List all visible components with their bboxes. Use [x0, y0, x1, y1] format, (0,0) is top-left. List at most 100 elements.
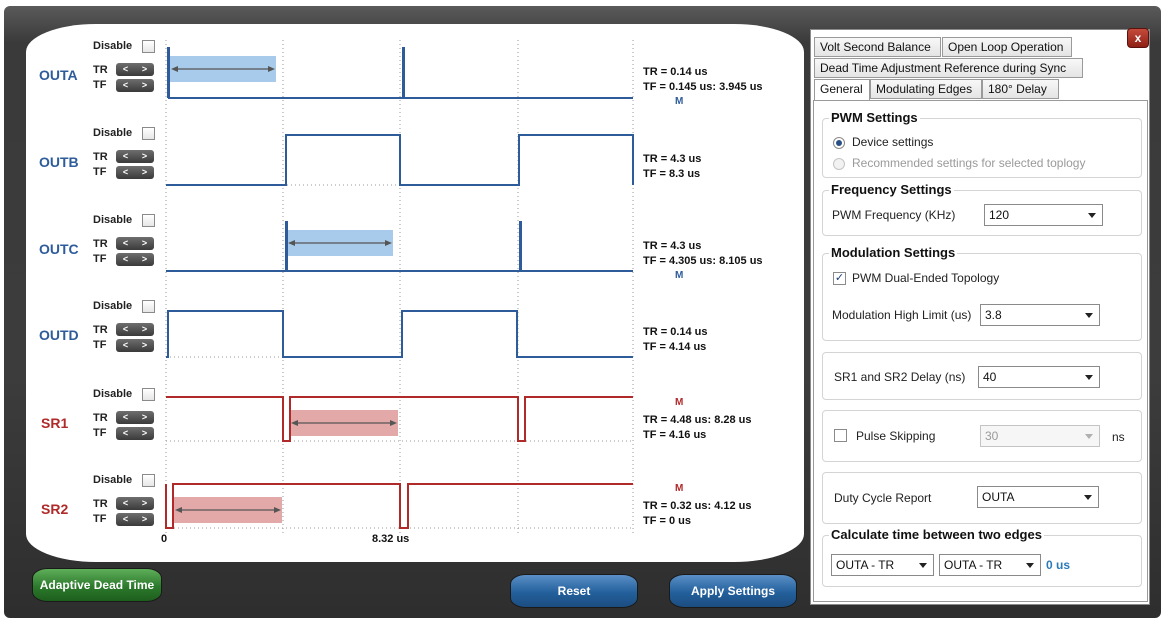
outc-disable-checkbox[interactable] [142, 214, 155, 227]
sr2-tr-prev-button[interactable]: < [123, 497, 128, 510]
outc-tr-label: TR [93, 238, 108, 250]
duty-cycle-value: OUTA [982, 490, 1015, 504]
pulse-skipping-unit: ns [1112, 430, 1125, 444]
outd-tr-next-button[interactable]: > [142, 323, 147, 336]
outa-tr-next-button[interactable]: > [142, 63, 147, 76]
outc-tf-label: TF [93, 253, 107, 265]
outb-tf-next-button[interactable]: > [142, 166, 147, 179]
edge2-value: OUTA - TR [944, 558, 1003, 572]
mod-high-limit-value: 3.8 [985, 308, 1002, 322]
sr2-disable-label: Disable [93, 474, 133, 486]
outa-disable-checkbox[interactable] [142, 40, 155, 53]
device-settings-radio[interactable] [833, 137, 845, 149]
outd-tf-label: TF [93, 339, 107, 351]
outa-disable-label: Disable [93, 40, 133, 52]
adaptive-dead-time-button[interactable]: Adaptive Dead Time [32, 568, 162, 602]
outa-tr-prev-button[interactable]: < [123, 63, 128, 76]
outd-tr-prev-button[interactable]: < [123, 323, 128, 336]
outd-disable-checkbox[interactable] [142, 300, 155, 313]
outb-tf-nav: < > [116, 166, 154, 179]
sr1-channel-label: SR1 [41, 415, 69, 431]
reset-button[interactable]: Reset [510, 574, 638, 608]
waveform-sr2 [165, 483, 633, 529]
edge-time-result: 0 us [1046, 558, 1071, 572]
sr1-tf-prev-button[interactable]: < [123, 427, 128, 440]
sr1-tr-value: TR = 4.48 us: 8.28 us [643, 414, 752, 426]
edge1-select[interactable]: OUTA - TR [831, 554, 934, 576]
recommended-settings-label: Recommended settings for selected toplog… [852, 156, 1086, 170]
trace [166, 221, 633, 272]
dual-ended-label[interactable]: PWM Dual-Ended Topology [852, 271, 999, 285]
outd-tr-label: TR [93, 324, 108, 336]
mod-high-limit-select[interactable]: 3.8 [980, 304, 1100, 326]
apply-settings-button[interactable]: Apply Settings [669, 574, 797, 608]
sr-delay-value: 40 [983, 370, 997, 384]
outb-tf-label: TF [93, 166, 107, 178]
duty-cycle-label: Duty Cycle Report [834, 491, 932, 505]
outb-channel-label: OUTB [39, 154, 79, 170]
outd-disable-label: Disable [93, 300, 133, 312]
modulation-settings-group [822, 253, 1142, 341]
outa-tf-label: TF [93, 79, 107, 91]
outd-tf-nav: < > [116, 339, 154, 352]
waveform-outb [166, 134, 634, 186]
outb-disable-label: Disable [93, 127, 133, 139]
tab-modulating-edges[interactable]: Modulating Edges [870, 79, 982, 99]
outc-tr-nav: < > [116, 237, 154, 250]
dual-ended-checkbox[interactable]: ✓ [833, 272, 846, 285]
outb-tr-next-button[interactable]: > [142, 150, 147, 163]
pulse-skipping-checkbox[interactable] [834, 429, 847, 442]
sr2-tf-label: TF [93, 513, 107, 525]
sr1-tf-next-button[interactable]: > [142, 427, 147, 440]
outc-tr-next-button[interactable]: > [142, 237, 147, 250]
sr1-tr-next-button[interactable]: > [142, 411, 147, 424]
pwm-frequency-value: 120 [989, 208, 1010, 222]
outb-tf-prev-button[interactable]: < [123, 166, 128, 179]
outd-tf-next-button[interactable]: > [142, 339, 147, 352]
recommended-settings-radio [833, 158, 845, 170]
close-button[interactable]: x [1127, 28, 1149, 48]
outa-tf-nav: < > [116, 79, 154, 92]
trace [166, 396, 633, 442]
outa-tf-prev-button[interactable]: < [123, 79, 128, 92]
outc-tf-nav: < > [116, 253, 154, 266]
sr1-tr-label: TR [93, 412, 108, 424]
outa-tr-nav: < > [116, 63, 154, 76]
outa-tf-next-button[interactable]: > [142, 79, 147, 92]
sr2-tf-next-button[interactable]: > [142, 513, 147, 526]
sr2-tf-prev-button[interactable]: < [123, 513, 128, 526]
sr1-marker: M [675, 397, 684, 408]
outb-disable-checkbox[interactable] [142, 127, 155, 140]
outc-tr-prev-button[interactable]: < [123, 237, 128, 250]
duty-cycle-select[interactable]: OUTA [977, 486, 1099, 508]
outd-tf-prev-button[interactable]: < [123, 339, 128, 352]
pwm-frequency-select[interactable]: 120 [984, 204, 1103, 226]
outa-channel-label: OUTA [39, 67, 78, 83]
sr2-disable-checkbox[interactable] [142, 474, 155, 487]
tab-open-loop-operation[interactable]: Open Loop Operation [942, 37, 1072, 57]
sr2-marker: M [675, 483, 684, 494]
tab-general[interactable]: General [814, 79, 870, 101]
tab-180-delay[interactable]: 180° Delay [982, 79, 1059, 99]
outc-disable-label: Disable [93, 214, 133, 226]
waveform-outd [166, 310, 633, 358]
outc-tf-next-button[interactable]: > [142, 253, 147, 266]
sr2-tr-nav: < > [116, 497, 154, 510]
pulse-skipping-label[interactable]: Pulse Skipping [856, 429, 935, 443]
outb-tr-prev-button[interactable]: < [123, 150, 128, 163]
chevron-down-icon [1026, 563, 1034, 568]
sr1-disable-checkbox[interactable] [142, 388, 155, 401]
device-settings-label[interactable]: Device settings [852, 135, 933, 149]
outc-channel-label: OUTC [39, 241, 79, 257]
sr2-tr-next-button[interactable]: > [142, 497, 147, 510]
sr2-tr-value: TR = 0.32 us: 4.12 us [643, 500, 752, 512]
timing-grid [165, 40, 634, 536]
sr1-tr-prev-button[interactable]: < [123, 411, 128, 424]
outb-tr-label: TR [93, 151, 108, 163]
tab-volt-second-balance[interactable]: Volt Second Balance [814, 37, 941, 57]
edge2-select[interactable]: OUTA - TR [939, 554, 1041, 576]
outc-tf-prev-button[interactable]: < [123, 253, 128, 266]
sr-delay-select[interactable]: 40 [978, 366, 1100, 388]
outc-marker: M [675, 270, 684, 281]
tab-dead-time-adjustment[interactable]: Dead Time Adjustment Reference during Sy… [814, 58, 1083, 78]
